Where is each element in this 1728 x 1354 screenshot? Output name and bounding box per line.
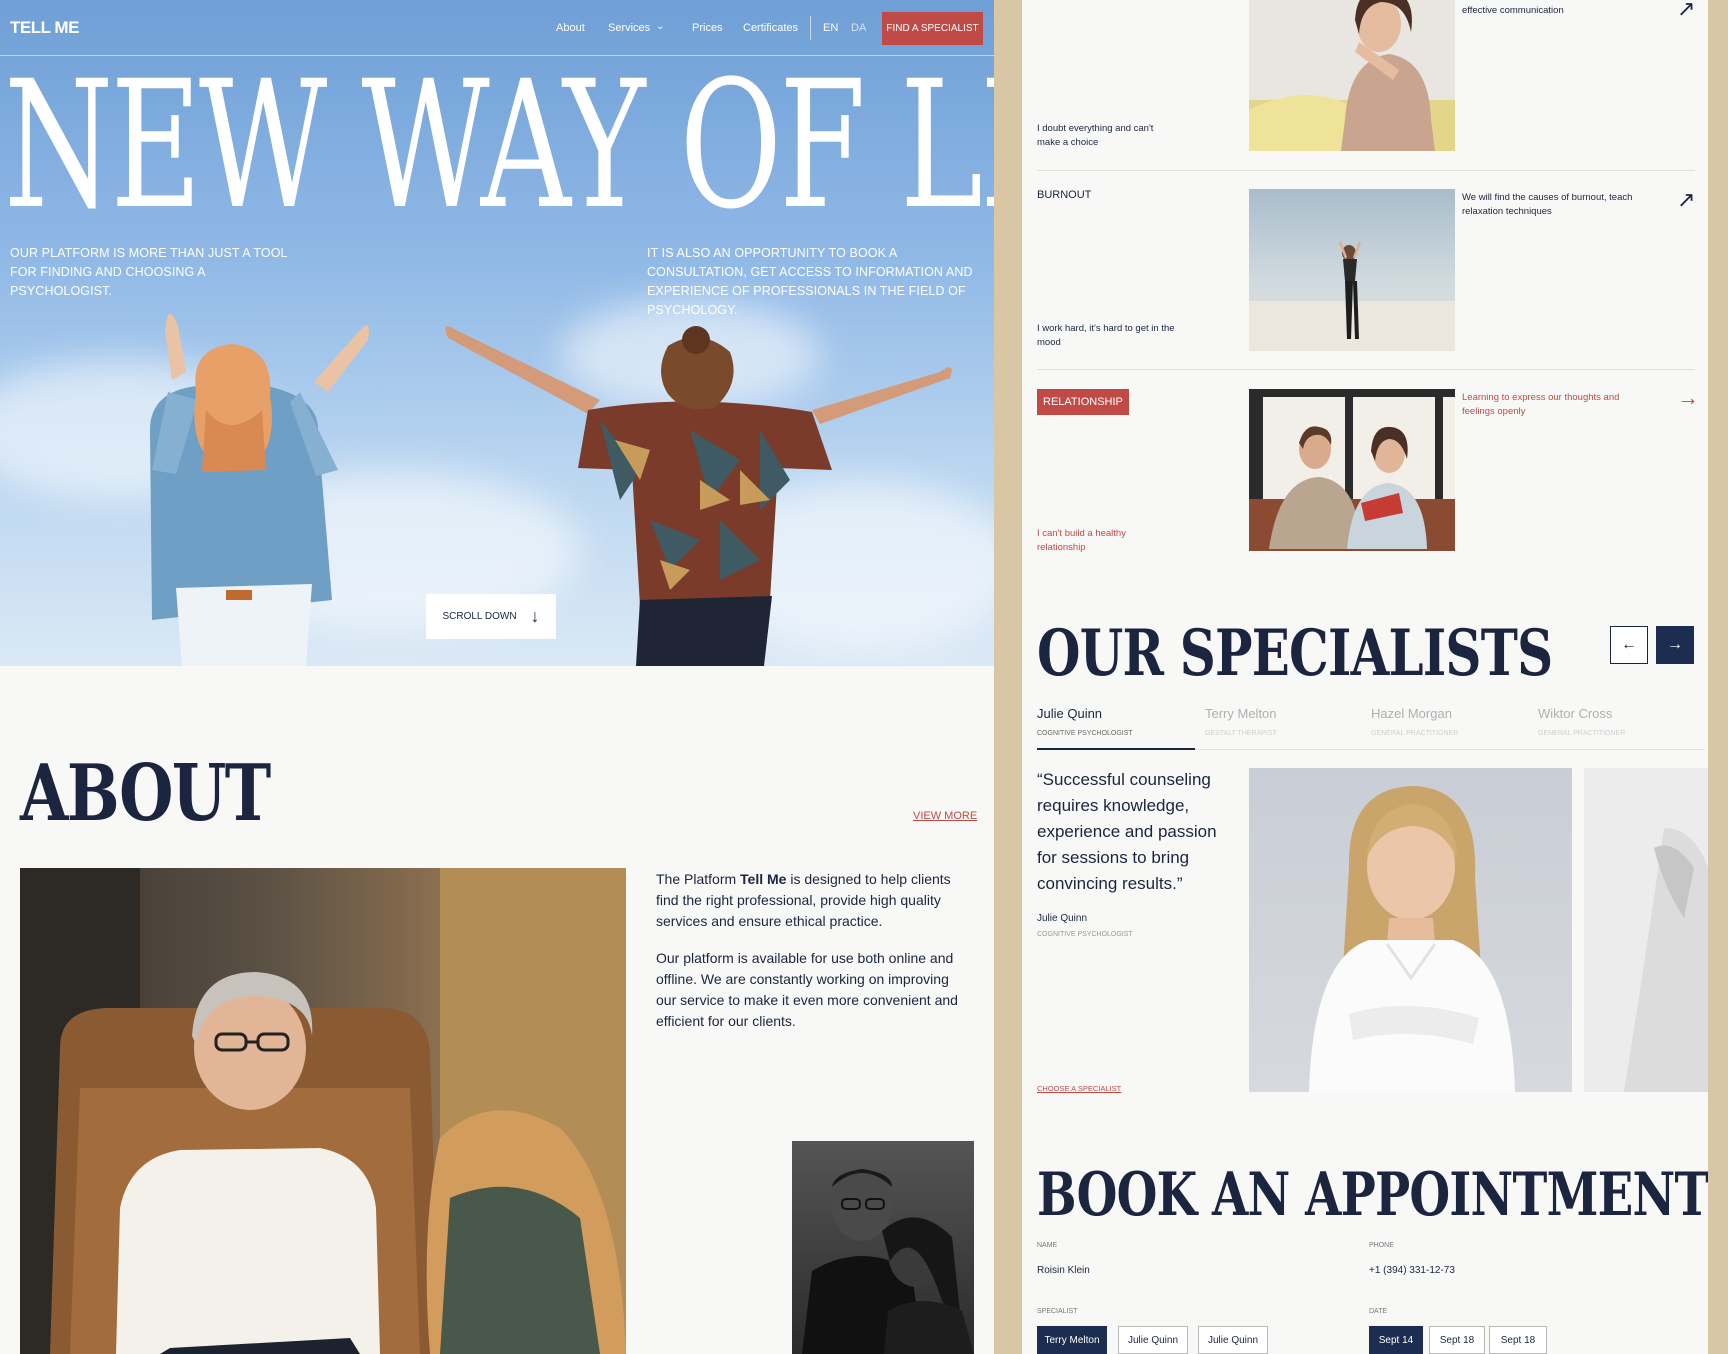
arrow-up-right-icon[interactable]: ↗ [1677,0,1695,20]
divider [1037,170,1695,171]
couple-photo [792,1141,974,1354]
specialist-portrait-illustration [1309,786,1515,1092]
find-specialist-button[interactable]: FIND A SPECIALIST [882,12,983,45]
brand-name: Tell Me [740,871,787,887]
specialist-tab-role: Cognitive psychologist [1037,730,1133,737]
issue-title-tag: RELATIONSHIP [1037,389,1129,415]
next-arrow-button[interactable]: → [1656,626,1694,664]
specialist-tab-name: Wiktor Cross [1538,706,1613,721]
quote-author-role: Cognitive psychologist [1037,931,1133,938]
specialists-title: OUR SPECIALISTS [1037,616,1553,691]
scroll-down-button[interactable]: SCROLL DOWN ↓ [426,594,556,639]
lang-da[interactable]: DA [851,22,866,34]
specialist-tab-hazel-morgan[interactable]: Hazel Morgan General practitioner [1371,706,1521,737]
issue-row-burnout[interactable]: BURNOUT I work hard, it's hard to get in… [1037,189,1695,389]
specialist-tab-role: Gestalt therapist [1205,730,1277,737]
about-title: ABOUT [20,748,271,839]
issue-row-relationship[interactable]: RELATIONSHIP I can't build a healthy rel… [1037,387,1699,589]
about-p1-text: The Platform [656,871,741,887]
issue-note: effective communication [1462,5,1564,16]
specialist-option[interactable]: Terry Melton [1037,1326,1107,1354]
specialist-label: SPECIALIST [1037,1308,1078,1315]
lang-en[interactable]: EN [823,22,838,34]
specialist-tab-julie-quinn[interactable]: Julie Quinn Cognitive psychologist [1037,706,1187,737]
issue-photo [1249,0,1455,151]
specialist-tab-role: General practitioner [1538,730,1626,737]
therapy-session-illustration [20,868,626,1354]
quote-author-name: Julie Quinn [1037,913,1088,924]
specialist-tab-name: Julie Quinn [1037,706,1103,721]
specialist-tab-wiktor-cross[interactable]: Wiktor Cross General practitioner [1538,706,1688,737]
specialist-photo [1249,768,1572,1092]
hero-copy-right: IT IS ALSO AN OPPORTUNITY TO BOOK A CONS… [647,246,973,317]
booking-title: BOOK AN APPOINTMENT [1037,1160,1708,1230]
logo[interactable]: TELL ME [10,18,79,38]
specialist-tab-name: Hazel Morgan [1371,706,1452,721]
specialist-option[interactable]: Julie Quinn [1198,1326,1268,1354]
phone-field[interactable]: +1 (394) 331-12-73 [1369,1265,1455,1276]
issue-description: I doubt everything and can't make a choi… [1037,123,1154,148]
specialist-tab-name: Terry Melton [1205,706,1277,721]
divider [1037,369,1695,370]
specialist-portrait-illustration [1624,828,1708,1092]
issue-title: BURNOUT [1037,189,1092,201]
specialist-option[interactable]: Julie Quinn [1118,1326,1188,1354]
arrow-up-right-icon[interactable]: ↗ [1677,189,1695,211]
woman-figure [150,313,369,666]
nav-divider [810,16,811,40]
issue-photo [1249,189,1455,351]
nav-link-prices[interactable]: Prices [692,22,723,34]
nav-link-services[interactable]: Services [608,22,650,34]
active-tab-indicator [1037,748,1195,750]
nav-link-about[interactable]: About [556,22,585,34]
date-label: DATE [1369,1308,1388,1315]
landing-page-left: TELL ME About Services ⌄ Prices Certific… [0,0,994,1354]
chevron-down-icon[interactable]: ⌄ [656,21,664,32]
date-option[interactable]: Sept 14 [1369,1326,1423,1354]
issue-photo [1249,389,1455,551]
date-option[interactable]: Sept 18 [1429,1326,1485,1354]
date-option[interactable]: Sept 18 [1489,1326,1547,1354]
hero-title: NEW WAY OF LIFE [4,43,994,248]
issue-description: I work hard, it's hard to get in the moo… [1037,323,1175,348]
view-more-link[interactable]: VIEW MORE [913,810,977,822]
nav-link-certificates[interactable]: Certificates [743,22,798,34]
arrow-right-icon[interactable]: → [1677,387,1699,409]
specialist-quote: “Successful counseling requires knowledg… [1037,770,1217,893]
choose-specialist-link[interactable]: CHOOSE A SPECIALIST [1037,1084,1121,1093]
scroll-down-label: SCROLL DOWN [442,611,517,622]
issue-description: I can't build a healthy relationship [1037,528,1126,553]
couple-reading-illustration [1249,389,1455,551]
hero-section: TELL ME About Services ⌄ Prices Certific… [0,0,994,666]
about-paragraph-2: Our platform is available for use both o… [656,950,958,1029]
about-paragraph-1: The Platform Tell Me is designed to help… [656,869,966,932]
phone-label: PHONE [1369,1242,1394,1249]
about-photo [20,868,626,1354]
name-label: NAME [1037,1242,1058,1249]
specialist-tab-role: General practitioner [1371,730,1459,737]
next-specialist-photo-preview [1584,768,1708,1092]
specialist-tab-terry-melton[interactable]: Terry Melton Gestalt therapist [1205,706,1355,737]
arrow-down-icon: ↓ [530,606,540,626]
prev-arrow-button[interactable]: ← [1610,626,1648,664]
name-field[interactable]: Roisin Klein [1037,1265,1090,1276]
couple-illustration [802,1169,974,1354]
issue-note: Learning to express our thoughts and fee… [1462,392,1620,417]
woman-on-beach-illustration [1249,241,1455,351]
landing-page-right: I doubt everything and can't make a choi… [1022,0,1708,1354]
thoughtful-woman-illustration [1249,0,1455,151]
hero-copy-left: OUR PLATFORM IS MORE THAN JUST A TOOL FO… [10,246,288,298]
issue-note: We will find the causes of burnout, teac… [1462,192,1633,217]
issue-row-anxiety[interactable]: I doubt everything and can't make a choi… [1037,0,1695,180]
